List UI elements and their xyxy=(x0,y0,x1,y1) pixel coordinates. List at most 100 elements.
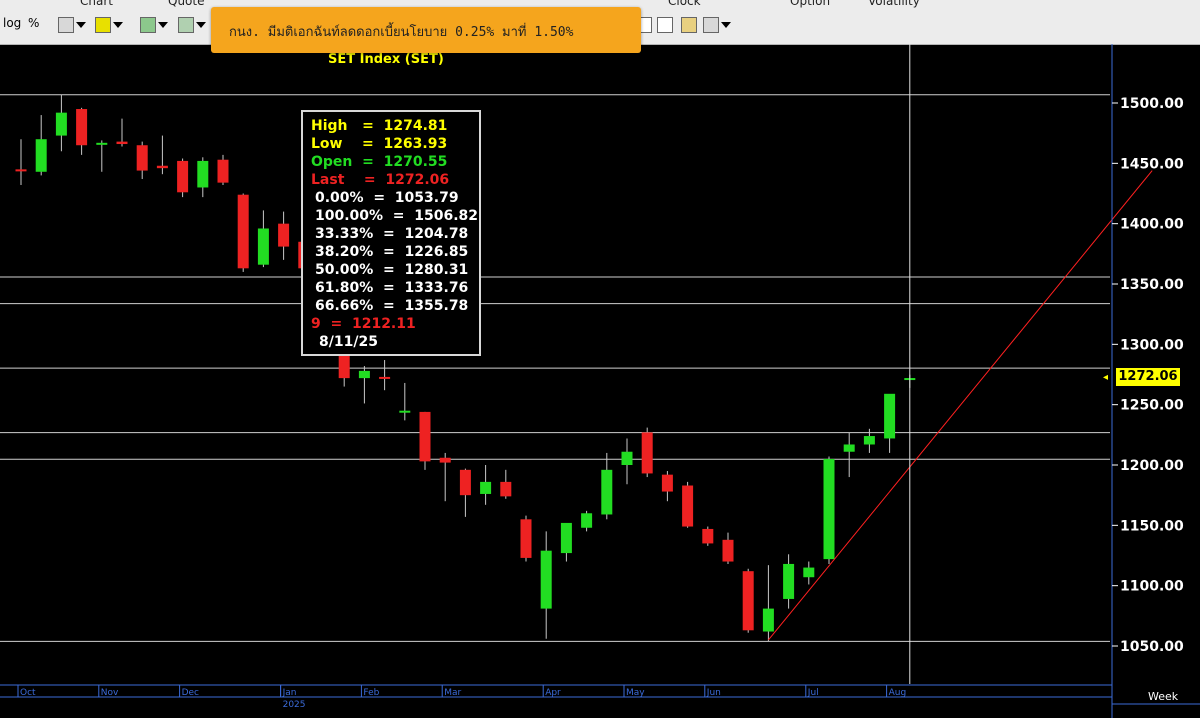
fibonacci-levels xyxy=(0,94,1110,642)
candle xyxy=(136,141,148,180)
candle xyxy=(742,568,754,633)
candle xyxy=(379,360,391,391)
candle-body xyxy=(197,160,209,188)
candle xyxy=(722,532,734,564)
candle-body xyxy=(540,550,552,609)
candle xyxy=(702,526,714,546)
trend-line xyxy=(768,170,1153,641)
period-label[interactable]: Week xyxy=(1148,690,1178,703)
candle xyxy=(459,468,471,517)
y-tick-label: 1300.00 xyxy=(1120,337,1184,353)
candle xyxy=(783,554,795,609)
candle-body xyxy=(480,481,492,494)
y-tick-label: 1050.00 xyxy=(1120,639,1184,655)
candle-body xyxy=(783,563,795,599)
x-tick-label: Oct xyxy=(20,688,36,698)
candle-body xyxy=(459,469,471,496)
candle xyxy=(661,471,673,502)
candlestick-chart[interactable]: 1050.00 1100.00 1150.00 1200.00 1250.00 1300.… xyxy=(0,0,1200,718)
x-tick-label: Jun xyxy=(706,688,721,698)
candle-body xyxy=(136,145,148,171)
candle-body xyxy=(55,112,67,136)
candle-body xyxy=(722,539,734,562)
candle-body xyxy=(843,444,855,452)
candle xyxy=(257,210,269,268)
candle xyxy=(278,211,290,260)
candle-body xyxy=(661,474,673,492)
candle-body xyxy=(702,528,714,544)
notification-text: กนง. มีมติเอกฉันท์ลดดอกเบี้ยนโยบาย 0.25%… xyxy=(229,25,574,40)
candle-body xyxy=(621,451,633,465)
candle-body xyxy=(500,481,512,497)
x-tick-label: Dec xyxy=(182,688,199,698)
candle xyxy=(197,157,209,198)
candle-body xyxy=(560,522,572,554)
x-tick-label: Nov xyxy=(101,688,119,698)
y-tick-label: 1200.00 xyxy=(1120,458,1184,474)
candle-body xyxy=(177,160,189,193)
candle-body xyxy=(439,457,451,463)
x-tick-label: Apr xyxy=(545,688,561,698)
info-high: High = 1274.81 xyxy=(311,118,448,134)
candle-body xyxy=(379,376,391,379)
candle-body xyxy=(641,432,653,474)
x-tick-label: Aug xyxy=(889,688,907,698)
candle-body xyxy=(217,159,229,183)
candle-body xyxy=(96,142,108,145)
x-tick-label: Feb xyxy=(363,688,379,698)
info-fib-50: 50.00% = 1280.31 xyxy=(315,262,469,278)
info-low: Low = 1263.93 xyxy=(311,136,448,152)
candle-body xyxy=(581,513,593,528)
info-date: 8/11/25 xyxy=(319,334,378,350)
y-tick-label: 1250.00 xyxy=(1120,398,1184,414)
candle-body xyxy=(419,411,431,462)
candle xyxy=(237,193,249,272)
candle xyxy=(177,158,189,198)
candle xyxy=(55,94,67,152)
chart-overlays xyxy=(768,44,1153,684)
y-tick-label: 1350.00 xyxy=(1120,277,1184,293)
info-fib-3333: 33.33% = 1204.78 xyxy=(315,226,469,242)
ohlc-info-box: High = 1274.81 Low = 1263.93 Open = 1270… xyxy=(301,110,481,356)
x-tick-label: Jan xyxy=(282,688,297,698)
chart-title: SET Index (SET) xyxy=(328,52,444,67)
x-tick-label: Mar xyxy=(444,688,461,698)
candle xyxy=(358,366,370,404)
candle-body xyxy=(257,228,269,265)
candle xyxy=(601,452,613,520)
candle-body xyxy=(863,436,875,445)
candle xyxy=(520,515,532,562)
candle xyxy=(803,561,815,585)
candle-body xyxy=(237,194,249,269)
candle-body xyxy=(399,410,411,413)
candle-body xyxy=(156,165,168,169)
y-tick-label: 1100.00 xyxy=(1120,579,1184,595)
candle xyxy=(641,427,653,478)
candle-body xyxy=(823,458,835,560)
candle xyxy=(843,432,855,478)
y-tick-label: 1150.00 xyxy=(1120,518,1184,534)
info-fib-6666: 66.66% = 1355.78 xyxy=(315,298,469,314)
y-tick-label: 1450.00 xyxy=(1120,156,1184,172)
candle xyxy=(35,115,47,176)
candle-body xyxy=(278,223,290,247)
candle-body xyxy=(116,141,128,145)
candle-body xyxy=(15,169,27,172)
info-fib-382: 38.20% = 1226.85 xyxy=(315,244,469,260)
candle-body xyxy=(742,571,754,631)
candle-body xyxy=(884,393,896,439)
candle xyxy=(682,481,694,528)
candle xyxy=(419,411,431,470)
candle xyxy=(76,107,88,155)
x-tick-label: May xyxy=(626,688,645,698)
notification-toast[interactable]: กนง. มีมติเอกฉันท์ลดดอกเบี้ยนโยบาย 0.25%… xyxy=(211,7,641,53)
candle xyxy=(540,531,552,639)
info-fib-618: 61.80% = 1333.76 xyxy=(315,280,469,296)
candle-body xyxy=(601,469,613,515)
candle xyxy=(621,438,633,485)
candle xyxy=(884,393,896,453)
info-fib-0: 0.00% = 1053.79 xyxy=(315,190,459,206)
candle xyxy=(762,565,774,642)
candle xyxy=(823,456,835,564)
info-open: Open = 1270.55 xyxy=(311,154,448,170)
